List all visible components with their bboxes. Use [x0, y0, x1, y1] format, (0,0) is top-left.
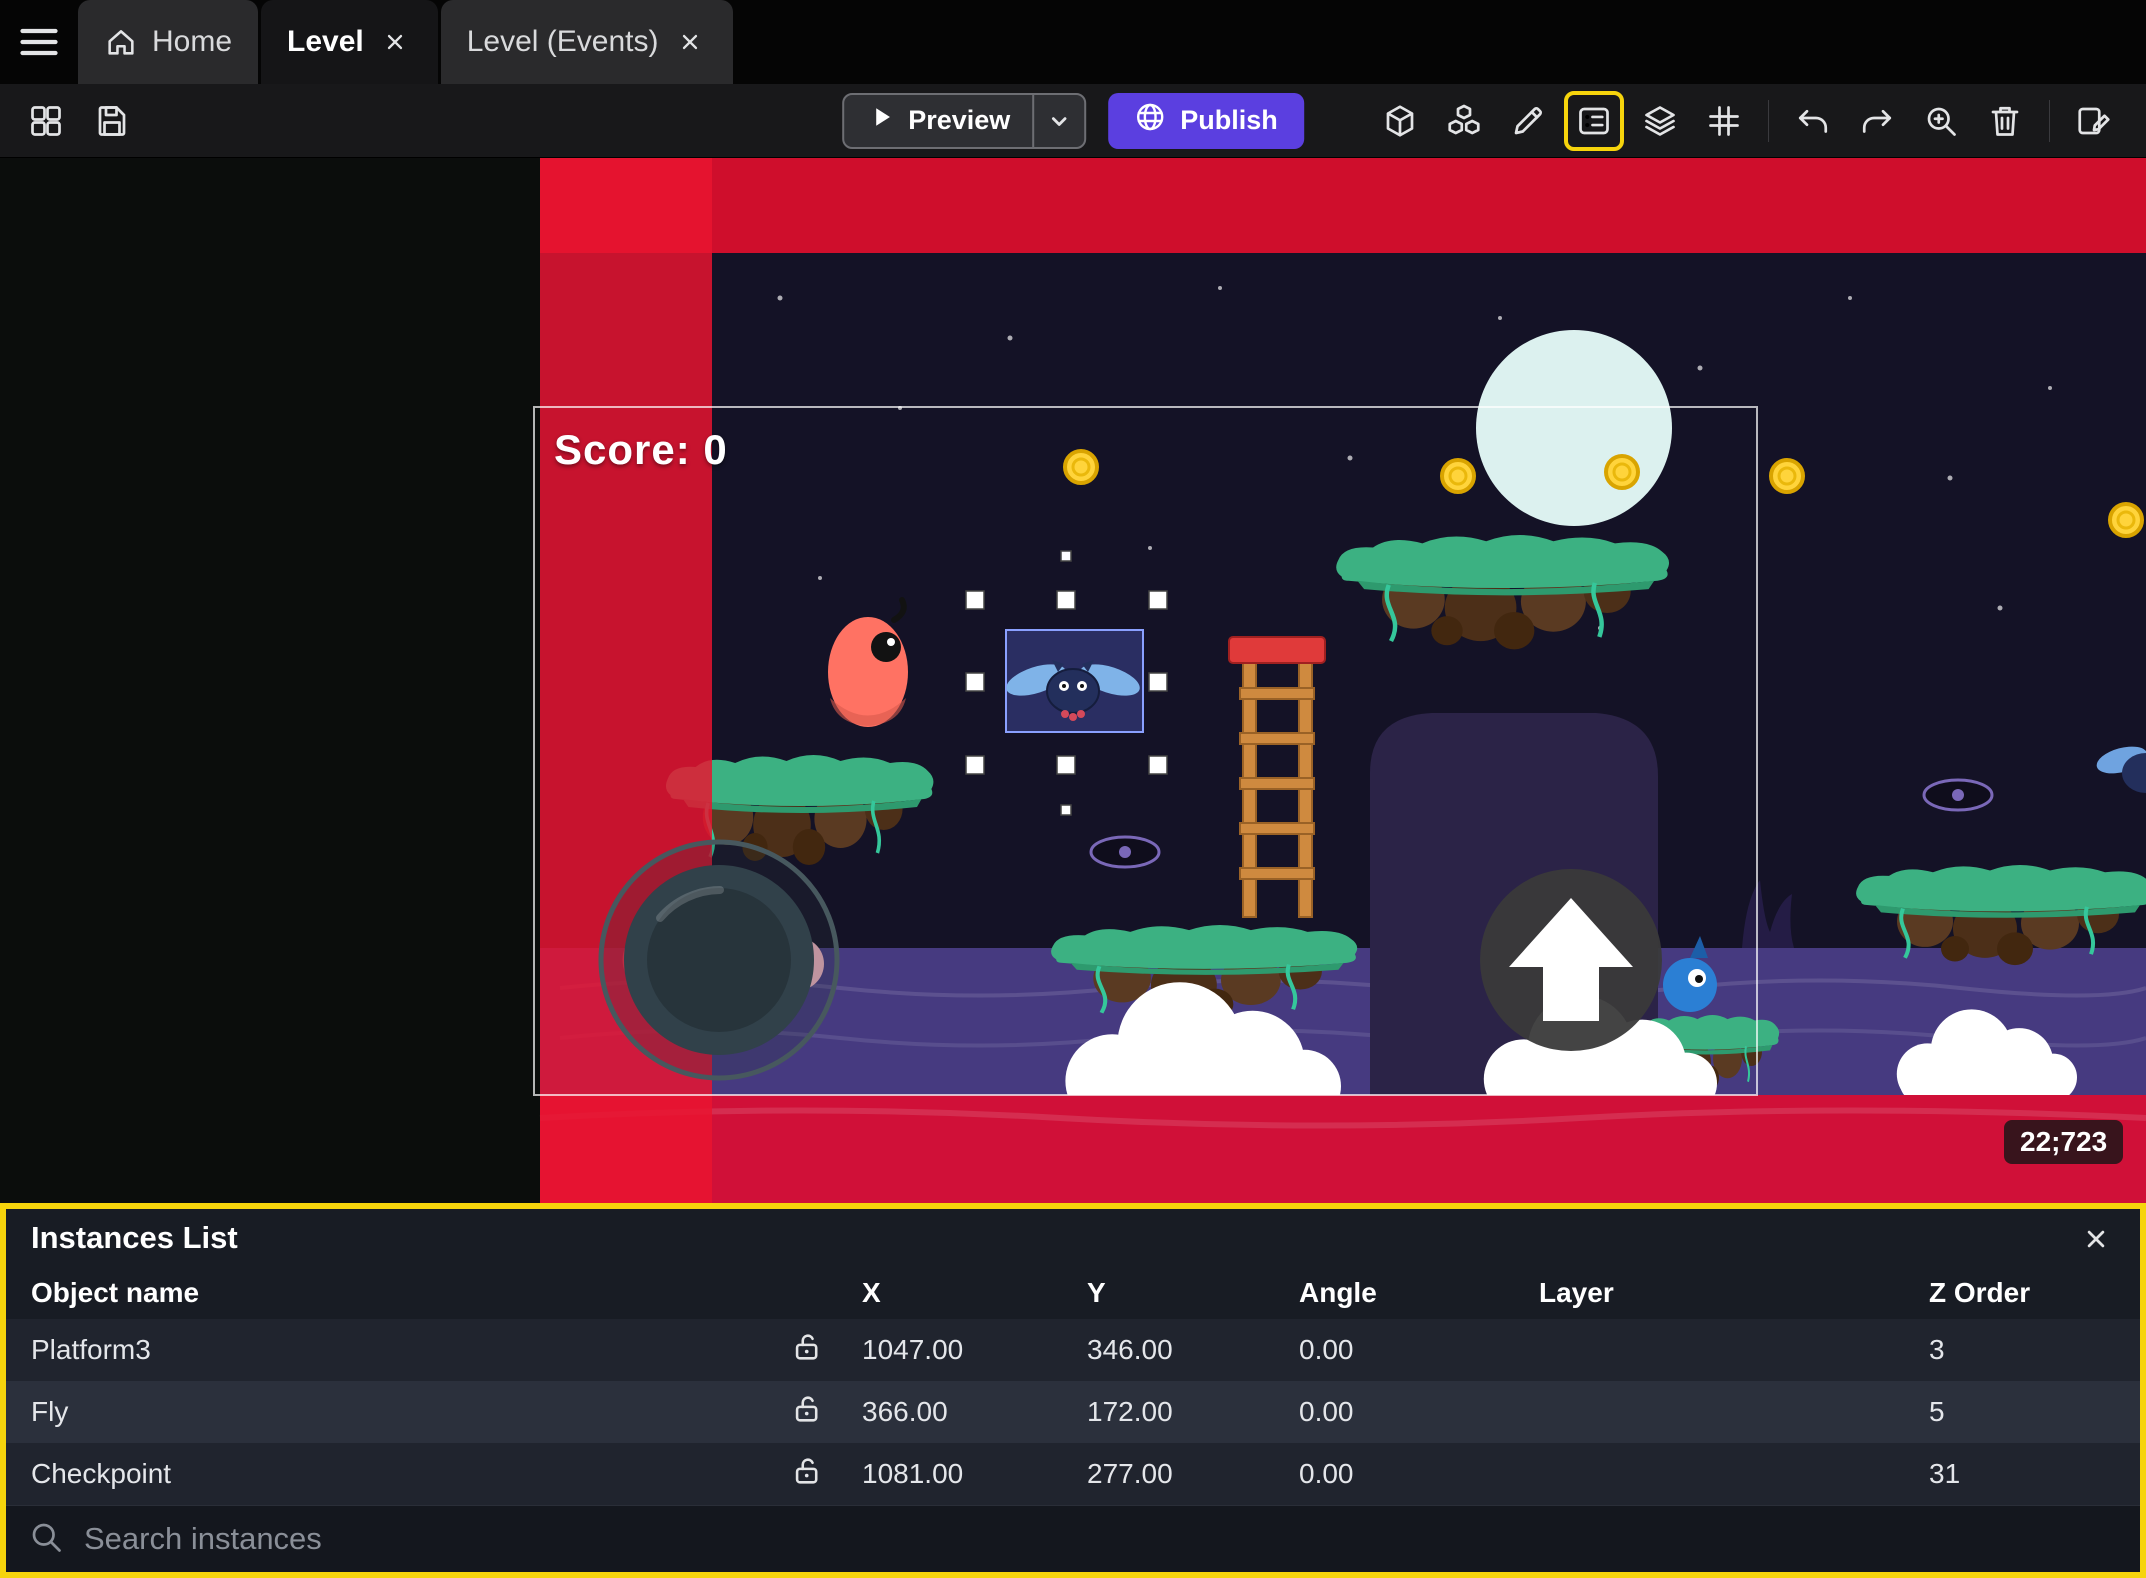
close-panel-button[interactable] [2076, 1219, 2116, 1259]
instances-table-header: Object name X Y Angle Layer Z Order [6, 1267, 2140, 1319]
col-y: Y [1087, 1277, 1106, 1308]
jump-button[interactable] [1480, 869, 1662, 1051]
tab-level[interactable]: Level [261, 0, 438, 84]
publish-label: Publish [1180, 105, 1278, 135]
edit-properties-button[interactable] [1500, 93, 1556, 149]
publish-button[interactable]: Publish [1108, 92, 1304, 149]
instances-panel-title: Instances List [31, 1220, 238, 1255]
col-x: X [862, 1277, 881, 1308]
tab-level-label: Level [287, 25, 364, 58]
instance-angle[interactable]: 0.00 [1289, 1458, 1529, 1490]
instance-x[interactable]: 366.00 [852, 1396, 1077, 1428]
joystick-control[interactable] [598, 839, 840, 1081]
search-input[interactable] [84, 1521, 2118, 1557]
tab-bar: Home Level Level (Events) [0, 0, 2146, 84]
instance-y[interactable]: 172.00 [1077, 1396, 1289, 1428]
preview-label: Preview [908, 105, 1011, 135]
moon[interactable] [1476, 330, 1672, 526]
col-angle: Angle [1299, 1277, 1377, 1308]
toolbar-separator [1768, 99, 1769, 142]
instances-list-panel: Instances List Object name X Y Angle Lay… [0, 1203, 2146, 1578]
redo-button[interactable] [1849, 93, 1905, 149]
grid-button[interactable] [1696, 93, 1752, 149]
tab-home-label: Home [152, 25, 233, 58]
instances-search-bar [6, 1505, 2140, 1572]
col-layer: Layer [1539, 1277, 1614, 1308]
col-object-name: Object name [31, 1277, 200, 1308]
scene-canvas[interactable]: Score: 0 22;723 [0, 158, 2146, 1203]
scene-edit-button[interactable] [2066, 93, 2122, 149]
lock-open-icon[interactable] [790, 1392, 824, 1433]
toolbar-separator [2049, 99, 2050, 142]
preview-button[interactable]: Preview [842, 92, 1087, 149]
globe-icon [1134, 101, 1166, 140]
instance-name: Platform3 [31, 1334, 151, 1365]
tab-level-events-label: Level (Events) [466, 25, 659, 58]
instance-row-fly[interactable]: Fly 366.00 172.00 0.00 5 [6, 1381, 2140, 1443]
panels-layout-button[interactable] [18, 93, 74, 149]
preview-options-button[interactable] [1032, 94, 1084, 147]
instance-angle[interactable]: 0.00 [1289, 1396, 1529, 1428]
save-button[interactable] [84, 93, 140, 149]
instance-y[interactable]: 346.00 [1077, 1334, 1289, 1366]
instance-z-order[interactable]: 3 [1919, 1334, 2140, 1366]
instance-row-platform3[interactable]: Platform3 1047.00 346.00 0.00 3 [6, 1319, 2140, 1381]
lock-open-icon[interactable] [790, 1454, 824, 1495]
main-menu-button[interactable] [0, 0, 78, 84]
level-border-bottom [539, 1095, 2146, 1203]
home-icon [104, 25, 138, 59]
close-tab-icon[interactable] [378, 25, 412, 59]
coordinates-badge: 22;723 [2004, 1120, 2124, 1164]
instance-name: Checkpoint [31, 1458, 172, 1489]
instance-angle[interactable]: 0.00 [1289, 1334, 1529, 1366]
instance-x[interactable]: 1081.00 [852, 1458, 1077, 1490]
editor-toolbar: Preview Publish [0, 84, 2146, 158]
instance-z-order[interactable]: 5 [1919, 1396, 2140, 1428]
object-groups-button[interactable] [1436, 93, 1492, 149]
instance-z-order[interactable]: 31 [1919, 1458, 2140, 1490]
search-icon [28, 1519, 64, 1560]
zoom-in-button[interactable] [1913, 93, 1969, 149]
instances-list-button[interactable] [1570, 97, 1618, 145]
tab-level-events[interactable]: Level (Events) [440, 0, 733, 84]
score-text: Score: 0 [554, 426, 728, 473]
instance-name: Fly [31, 1396, 69, 1427]
layers-button[interactable] [1632, 93, 1688, 149]
play-icon [866, 102, 896, 139]
instance-row-checkpoint[interactable]: Checkpoint 1081.00 277.00 0.00 31 [6, 1443, 2140, 1505]
objects-cube-button[interactable] [1372, 93, 1428, 149]
undo-button[interactable] [1785, 93, 1841, 149]
fly-enemy-selected[interactable] [1003, 629, 1144, 733]
level-border-top [540, 158, 2146, 253]
app-window: Home Level Level (Events) Preview Publis… [0, 0, 2146, 1578]
instances-list-highlight [1564, 90, 1624, 151]
instance-x[interactable]: 1047.00 [852, 1334, 1077, 1366]
col-z-order: Z Order [1929, 1277, 2031, 1308]
close-tab-icon[interactable] [673, 25, 707, 59]
delete-button[interactable] [1977, 93, 2033, 149]
tab-home[interactable]: Home [78, 0, 259, 84]
lock-open-icon[interactable] [790, 1330, 824, 1371]
instance-y[interactable]: 277.00 [1077, 1458, 1289, 1490]
